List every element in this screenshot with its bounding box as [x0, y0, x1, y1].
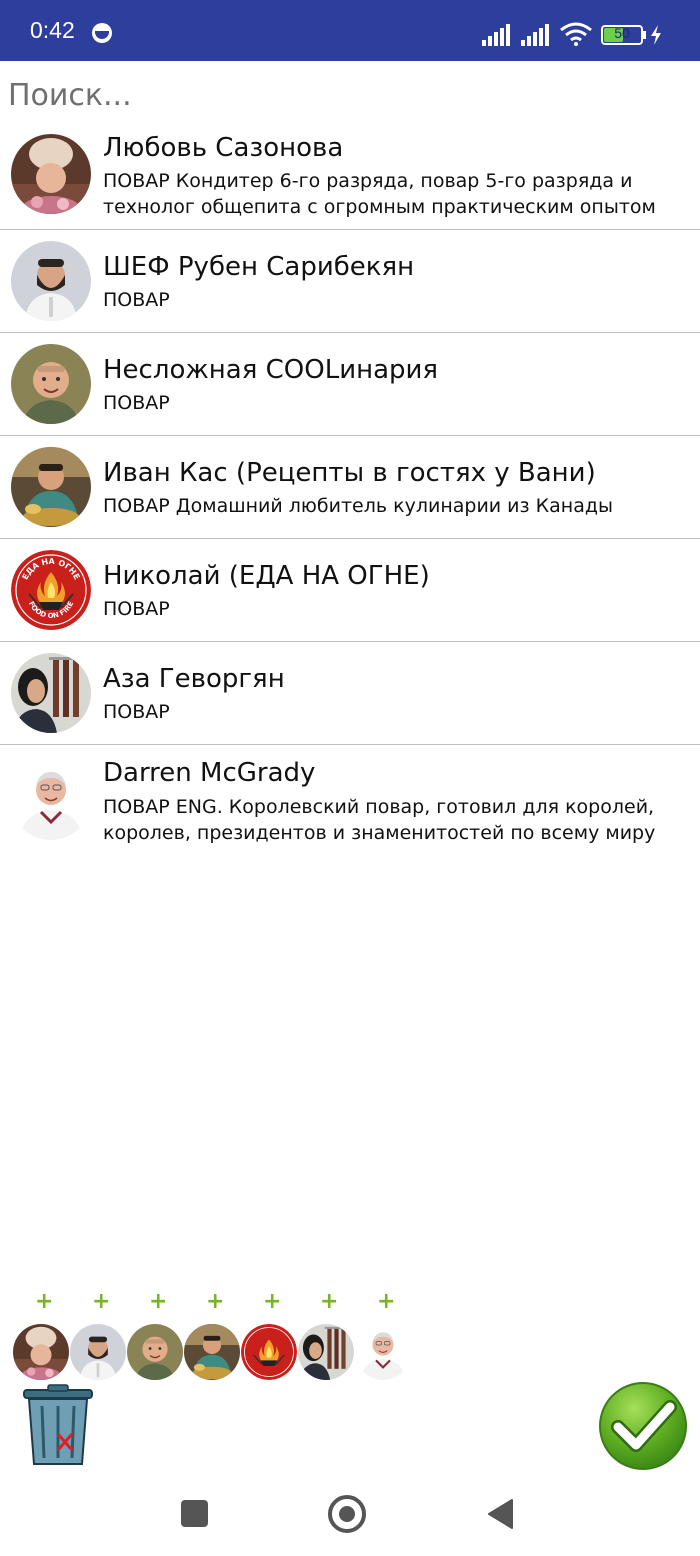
royal-chef-avatar [355, 1324, 411, 1380]
chef-bearded-man-avatar [11, 241, 91, 321]
chef-description: ПОВАР ENG. Королевский повар, готовил дл… [103, 796, 656, 844]
chef-description: ПОВАР [103, 598, 170, 620]
chef-row[interactable]: Несложная COOLинария ПОВАР [0, 333, 700, 436]
cooking-man-avatar [184, 1324, 240, 1380]
plus-icon: + [92, 1289, 111, 1314]
chef-name: Иван Кас (Рецепты в гостях у Вани) [103, 458, 596, 488]
chef-list: Любовь Сазонова ПОВАР Кондитер 6-го разр… [0, 125, 700, 855]
chef-name: Аза Геворгян [103, 664, 285, 694]
royal-chef-avatar [11, 760, 91, 840]
trash-icon[interactable] [22, 1384, 94, 1466]
plus-icon: + [377, 1289, 396, 1314]
signal-icon [482, 24, 514, 46]
recent-apps-button[interactable] [181, 1500, 208, 1527]
plus-icon: + [263, 1289, 282, 1314]
chef-name: Любовь Сазонова [103, 133, 344, 163]
signal-icon [521, 24, 553, 46]
chef-woman-avatar [11, 134, 91, 214]
chef-row[interactable]: ЕДА НА ОГНЕ FOOD ON FIRE Николай (ЕДА НА… [0, 539, 700, 642]
confirm-button[interactable] [598, 1381, 688, 1471]
chef-description: ПОВАР [103, 289, 170, 311]
home-button[interactable] [328, 1495, 366, 1533]
chef-row[interactable]: Любовь Сазонова ПОВАР Кондитер 6-го разр… [0, 125, 700, 230]
back-button[interactable] [486, 1498, 514, 1530]
selected-chef[interactable]: + [184, 1290, 240, 1382]
chef-row[interactable]: Аза Геворгян ПОВАР [0, 642, 700, 745]
cooking-man-avatar [11, 447, 91, 527]
woman-with-sausages-avatar [11, 653, 91, 733]
chef-description: ПОВАР Домашний любитель кулинарии из Кан… [103, 495, 614, 517]
face-icon [92, 23, 112, 43]
plus-icon: + [320, 1289, 339, 1314]
selected-chef[interactable]: + [355, 1290, 411, 1382]
chef-name: ШЕФ Рубен Сарибекян [103, 252, 415, 282]
chef-woman-avatar [13, 1324, 69, 1380]
chef-row[interactable]: Иван Кас (Рецепты в гостях у Вани) ПОВАР… [0, 436, 700, 539]
chef-name: Darren McGrady [103, 758, 316, 788]
selected-chef[interactable]: + [241, 1290, 297, 1382]
selected-chef[interactable]: + [70, 1290, 126, 1382]
selected-chef[interactable]: + [13, 1290, 69, 1382]
selected-chef[interactable]: + [298, 1290, 354, 1382]
plus-icon: + [206, 1289, 225, 1314]
charging-icon [651, 25, 661, 45]
selected-chef[interactable]: + [127, 1290, 183, 1382]
battery-icon: 50 [601, 25, 643, 45]
search-input[interactable] [0, 61, 700, 125]
status-bar: 0:42 50 [0, 0, 700, 61]
smiling-man-avatar [127, 1324, 183, 1380]
wifi-icon [560, 22, 592, 46]
chef-description: ПОВАР [103, 701, 170, 723]
chef-description: ПОВАР Кондитер 6-го разряда, повар 5-го … [103, 170, 656, 218]
status-time: 0:42 [30, 17, 75, 43]
chef-bearded-man-avatar [70, 1324, 126, 1380]
chef-name: Николай (ЕДА НА ОГНЕ) [103, 561, 430, 591]
chef-row[interactable]: Darren McGrady ПОВАР ENG. Королевский по… [0, 745, 700, 855]
food-on-fire-logo: ЕДА НА ОГНЕ FOOD ON FIRE [11, 550, 91, 630]
battery-tip [643, 31, 646, 39]
smiling-man-avatar [11, 344, 91, 424]
chef-row[interactable]: ШЕФ Рубен Сарибекян ПОВАР [0, 230, 700, 333]
chef-name: Несложная COOLинария [103, 355, 439, 385]
plus-icon: + [149, 1289, 168, 1314]
selected-chefs-bar: + + + + + + + [0, 1290, 700, 1385]
battery-level: 50 [614, 25, 630, 41]
woman-with-sausages-avatar [298, 1324, 354, 1380]
plus-icon: + [35, 1289, 54, 1314]
food-on-fire-logo [241, 1324, 297, 1380]
chef-description: ПОВАР [103, 392, 170, 414]
